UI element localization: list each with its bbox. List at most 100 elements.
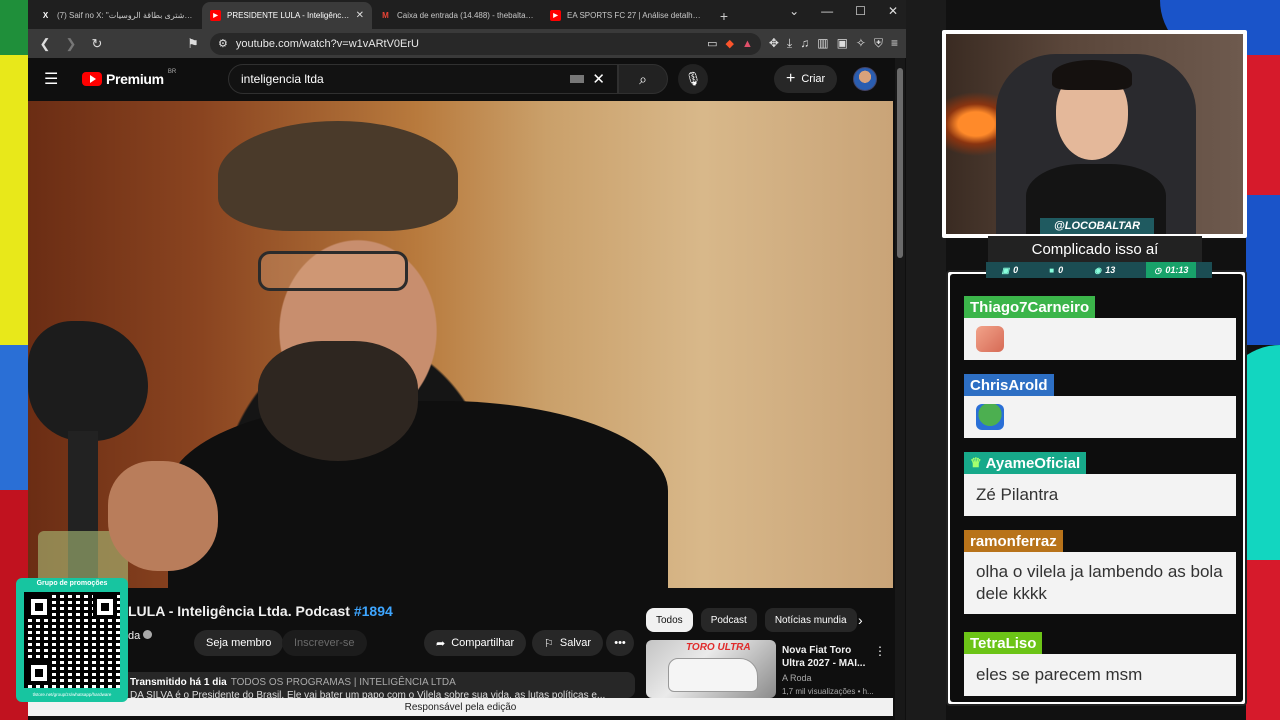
x-logo-icon: X xyxy=(42,11,49,20)
brave-shield-icon[interactable]: ◆ xyxy=(725,37,733,50)
video-player[interactable] xyxy=(28,101,893,588)
stat-viewers: ◉ 13 xyxy=(1094,265,1115,275)
cast-icon[interactable]: ▭ xyxy=(707,37,717,50)
youtube-premium-logo[interactable]: Premium BR xyxy=(82,69,177,87)
chat-message: ♛ AyameOficial Zé Pilantra xyxy=(964,452,1236,516)
menu-icon[interactable]: ≡ xyxy=(891,36,898,51)
chat-bubble: eles se parecem msm xyxy=(964,654,1236,696)
close-icon[interactable]: ✕ xyxy=(356,10,364,21)
more-vertical-icon[interactable]: ⋮ xyxy=(874,644,886,658)
chat-message: TetraLiso eles se parecem msm xyxy=(964,632,1236,696)
download-icon[interactable]: ⤓ xyxy=(787,36,792,51)
description-categories[interactable]: TODOS OS PROGRAMAS | INTELIGÊNCIA LTDA xyxy=(231,677,456,688)
stream-title: Complicado isso aí xyxy=(988,236,1202,262)
tab-youtube-lula[interactable]: ▶ PRESIDENTE LULA - Inteligência Ltda. ✕ xyxy=(202,2,372,29)
more-horizontal-icon: ••• xyxy=(614,637,626,649)
rec-title[interactable]: Nova Fiat Toro Ultra 2027 - MAI... xyxy=(782,644,874,670)
create-button[interactable]: + Criar xyxy=(774,65,838,93)
chat-username: ramonferraz xyxy=(964,530,1063,552)
chat-username-text: AyameOficial xyxy=(985,454,1081,472)
maximize-icon[interactable]: ☐ xyxy=(855,4,866,18)
site-settings-icon[interactable]: ⚙ xyxy=(218,37,228,50)
bookmark-icon[interactable]: ⚑ xyxy=(184,35,202,53)
follow-icon: ▣ xyxy=(1001,265,1010,275)
avatar[interactable] xyxy=(853,67,877,91)
extensions-icon[interactable]: ✥ xyxy=(769,36,779,51)
reload-icon[interactable]: ↻ xyxy=(88,35,106,53)
minimize-icon[interactable]: — xyxy=(821,4,833,18)
rec-channel[interactable]: A Roda xyxy=(782,673,812,683)
tab-title: EA SPORTS FC 27 | Análise detalhada da C… xyxy=(567,11,704,20)
hamburger-menu-icon[interactable]: ☰ xyxy=(44,69,64,89)
stat-value: 01:13 xyxy=(1165,265,1189,275)
tab-youtube-fc27[interactable]: ▶ EA SPORTS FC 27 | Análise detalhada da… xyxy=(542,2,712,29)
webcam-frame xyxy=(942,30,1247,238)
chevron-down-icon[interactable]: ⌄ xyxy=(789,4,799,18)
close-icon[interactable]: ✕ xyxy=(888,4,898,18)
chip-noticias[interactable]: Notícias mundia xyxy=(764,608,857,632)
plus-icon: + xyxy=(786,70,796,87)
microphone-icon: 🎙 xyxy=(684,71,702,86)
webcam-feed xyxy=(946,34,1243,234)
page-scrollbar[interactable] xyxy=(895,58,905,720)
recommendation-chips: Todos Podcast Notícias mundia xyxy=(646,608,857,632)
leo-ai-icon[interactable]: ✧ xyxy=(856,36,866,51)
chat-username: Thiago7Carneiro xyxy=(964,296,1096,318)
chip-podcast[interactable]: Podcast xyxy=(700,608,757,632)
rec-thumbnail[interactable]: TORO ULTRA xyxy=(646,640,776,698)
clear-search-icon[interactable]: ✕ xyxy=(592,70,605,88)
address-bar[interactable]: ⚙ youtube.com/watch?v=w1vARtV0ErU ▭ ◆ ▲ xyxy=(210,32,761,55)
thumbs-up-emote-icon xyxy=(976,326,1004,352)
back-arrow-icon[interactable]: ❮ xyxy=(36,35,54,53)
chat-bubble: olha o vilela ja lambendo as bola dele k… xyxy=(964,552,1236,614)
tab-x-post[interactable]: X (7) Saif no X: "روسي اشترى بطاقة الروس… xyxy=(32,2,202,29)
vpn-icon[interactable]: ⛨ xyxy=(874,36,883,51)
search-button[interactable]: ⌕ xyxy=(618,64,668,94)
youtube-play-icon xyxy=(82,72,102,86)
youtube-favicon-icon: ▶ xyxy=(210,10,221,21)
media-icon[interactable]: ♫ xyxy=(800,36,809,51)
youtube-header: ☰ Premium BR inteligencia ltda ✕ ⌕ 🎙 + C… xyxy=(28,58,906,100)
viewers-icon: ◉ xyxy=(1094,265,1102,275)
tab-gmail[interactable]: M Caixa de entrada (14.488) - thebaltar@… xyxy=(372,2,542,29)
status-text: Responsável pela edição xyxy=(404,701,517,713)
subscribe-button[interactable]: Inscrever-se xyxy=(282,630,367,656)
bookmark-icon: ⚐ xyxy=(544,637,554,650)
description-box[interactable]: Transmitido há 1 dia TODOS OS PROGRAMAS |… xyxy=(120,672,635,698)
forward-arrow-icon[interactable]: ❯ xyxy=(62,35,80,53)
wallet-icon[interactable]: ▣ xyxy=(837,36,848,51)
chat-bubble xyxy=(964,318,1236,360)
channel-name[interactable]: da xyxy=(128,630,153,642)
logo-region: BR xyxy=(167,69,177,75)
save-label: Salvar xyxy=(559,637,592,649)
brave-rewards-icon[interactable]: ▲ xyxy=(742,38,753,50)
chip-todos[interactable]: Todos xyxy=(646,608,693,632)
keyboard-icon[interactable] xyxy=(570,75,585,83)
save-button[interactable]: ⚐ Salvar xyxy=(532,630,604,656)
search-icon: ⌕ xyxy=(639,70,647,87)
qr-promo-panel: Grupo de promoções tlstore.net/group/zs/… xyxy=(16,578,128,702)
chevron-right-icon[interactable]: › xyxy=(858,612,863,628)
podcast-microphone xyxy=(28,321,148,441)
clock-icon: ◷ xyxy=(1154,265,1162,275)
join-button[interactable]: Seja membro xyxy=(194,630,284,656)
voice-search-button[interactable]: 🎙 xyxy=(678,64,708,94)
create-label: Criar xyxy=(801,73,826,85)
chat-username: ChrisArold xyxy=(964,374,1054,396)
sidebar-icon[interactable]: ▥ xyxy=(817,36,828,51)
search-input[interactable]: inteligencia ltda ✕ xyxy=(228,64,618,94)
verified-icon xyxy=(143,630,153,639)
stat-followers: ▣ 0 xyxy=(1002,265,1019,275)
recommended-video[interactable]: TORO ULTRA Nova Fiat Toro Ultra 2027 - M… xyxy=(646,640,894,698)
more-actions-button[interactable]: ••• xyxy=(606,630,634,656)
subscribe-label: Inscrever-se xyxy=(294,637,355,649)
stream-date: Transmitido há 1 dia xyxy=(130,677,227,688)
share-button[interactable]: ➦ Compartilhar xyxy=(424,630,527,656)
chat-panel: Thiago7Carneiro ChrisArold ♛ AyameOficia… xyxy=(946,270,1247,706)
new-tab-button[interactable]: + xyxy=(712,2,736,29)
thumbnail-brand: TORO ULTRA xyxy=(686,642,751,653)
chat-message: ramonferraz olha o vilela ja lambendo as… xyxy=(964,530,1236,614)
video-hashtag[interactable]: #1894 xyxy=(354,603,393,619)
chat-username: ♛ AyameOficial xyxy=(964,452,1087,474)
pepe-emote-icon xyxy=(976,404,1004,430)
